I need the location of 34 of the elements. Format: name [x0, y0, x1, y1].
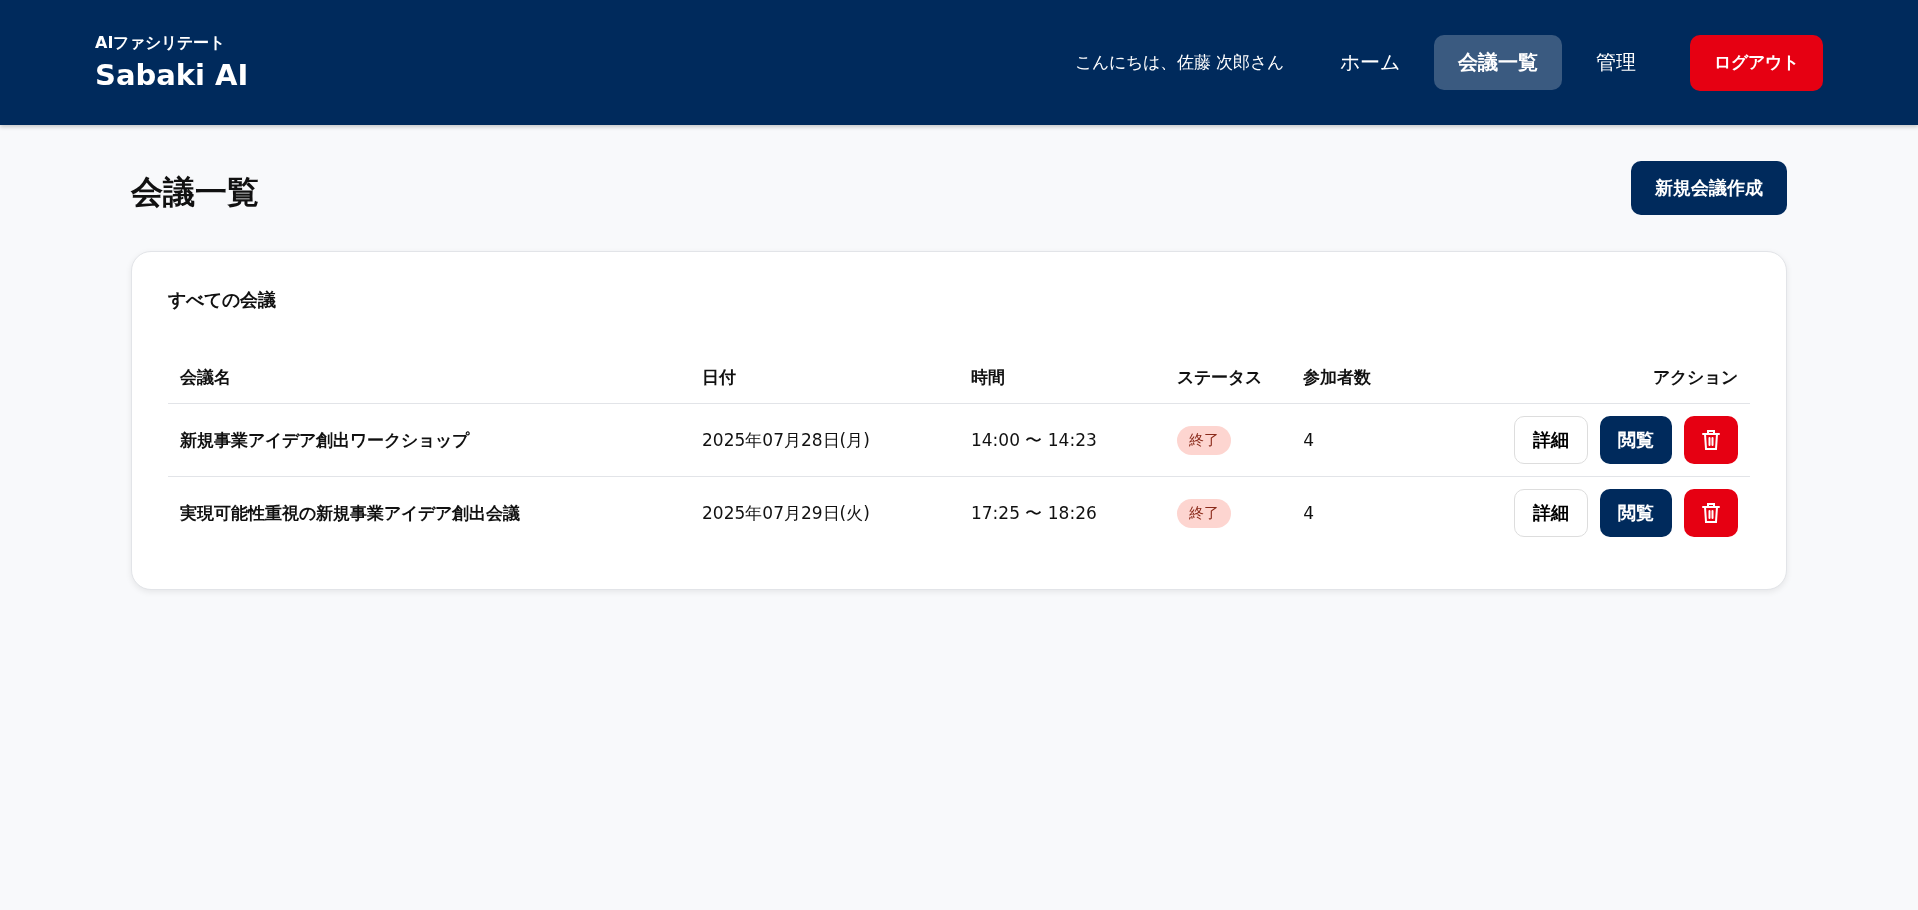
view-button[interactable]: 閲覧	[1600, 489, 1672, 537]
card-title: すべての会議	[168, 288, 277, 312]
status-badge: 終了	[1176, 425, 1231, 455]
view-button[interactable]: 閲覧	[1600, 416, 1672, 464]
participant-count: 4	[1291, 403, 1450, 477]
participant-count: 4	[1291, 476, 1450, 549]
page-title: 会議一覧	[131, 172, 259, 213]
meeting-date: 2025年07月29日(火)	[690, 476, 959, 549]
column-header: ステータス	[1164, 352, 1292, 404]
trash-icon	[1702, 429, 1720, 451]
delete-button[interactable]	[1684, 416, 1738, 464]
trash-icon	[1702, 502, 1720, 524]
column-header: アクション	[1449, 352, 1750, 404]
delete-button[interactable]	[1684, 489, 1738, 537]
column-header: 日付	[690, 352, 959, 404]
user-greeting: こんにちは、佐藤 次郎さん	[1074, 51, 1284, 74]
meeting-time: 14:00 〜 14:23	[959, 403, 1165, 477]
logout-button[interactable]: ログアウト	[1690, 34, 1823, 91]
detail-button[interactable]: 詳細	[1514, 416, 1588, 464]
new-meeting-button[interactable]: 新規会議作成	[1631, 161, 1787, 215]
column-header: 会議名	[168, 352, 691, 404]
column-header: 時間	[959, 352, 1165, 404]
meeting-time: 17:25 〜 18:26	[959, 476, 1165, 549]
detail-button[interactable]: 詳細	[1514, 489, 1588, 537]
nav-link[interactable]: ホーム	[1316, 35, 1424, 90]
nav-link[interactable]: 管理	[1572, 35, 1660, 90]
app-subtitle: AIファシリテート	[95, 33, 227, 54]
nav-link[interactable]: 会議一覧	[1434, 35, 1562, 90]
meeting-name: 新規事業アイデア創出ワークショップ	[168, 403, 691, 477]
meeting-date: 2025年07月28日(月)	[690, 403, 959, 477]
meeting-name: 実現可能性重視の新規事業アイデア創出会議	[168, 476, 691, 549]
status-badge: 終了	[1176, 498, 1231, 528]
app-logo: Sabaki AI	[95, 58, 249, 92]
column-header: 参加者数	[1291, 352, 1450, 404]
